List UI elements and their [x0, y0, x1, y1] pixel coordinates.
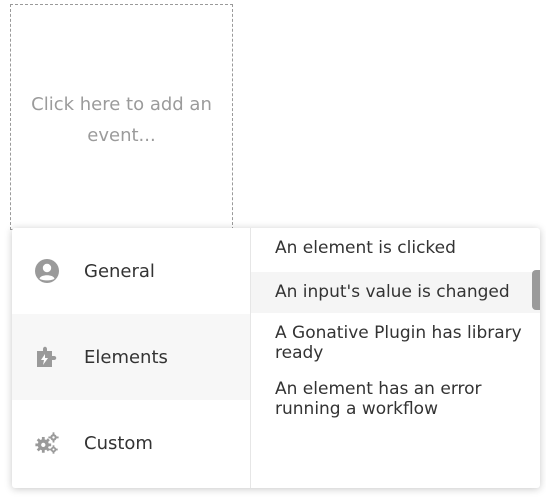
category-custom[interactable]: Custom [12, 400, 250, 486]
event-gonative-plugin-ready[interactable]: A Gonative Plugin has library ready [251, 313, 540, 375]
event-input-changed[interactable]: An input's value is changed [251, 272, 540, 313]
user-circle-icon [34, 258, 60, 284]
event-element-clicked[interactable]: An element is clicked [251, 236, 540, 272]
category-label: Custom [84, 432, 153, 454]
add-event-placeholder[interactable]: Click here to add an event... [10, 4, 233, 230]
event-element-error[interactable]: An element has an error running a workfl… [251, 375, 540, 435]
category-elements[interactable]: Elements [12, 314, 250, 400]
scrollbar-thumb[interactable] [532, 270, 540, 310]
gears-icon [34, 430, 60, 456]
puzzle-bolt-icon [34, 344, 60, 370]
category-label: Elements [84, 346, 168, 368]
category-general[interactable]: General [12, 228, 250, 314]
add-event-label: Click here to add an event... [31, 94, 212, 146]
event-type-menu: General Elements Custom An element is cl… [12, 228, 540, 488]
category-label: General [84, 260, 155, 282]
event-list: An element is clicked An input's value i… [251, 228, 540, 488]
category-list: General Elements Custom [12, 228, 251, 488]
